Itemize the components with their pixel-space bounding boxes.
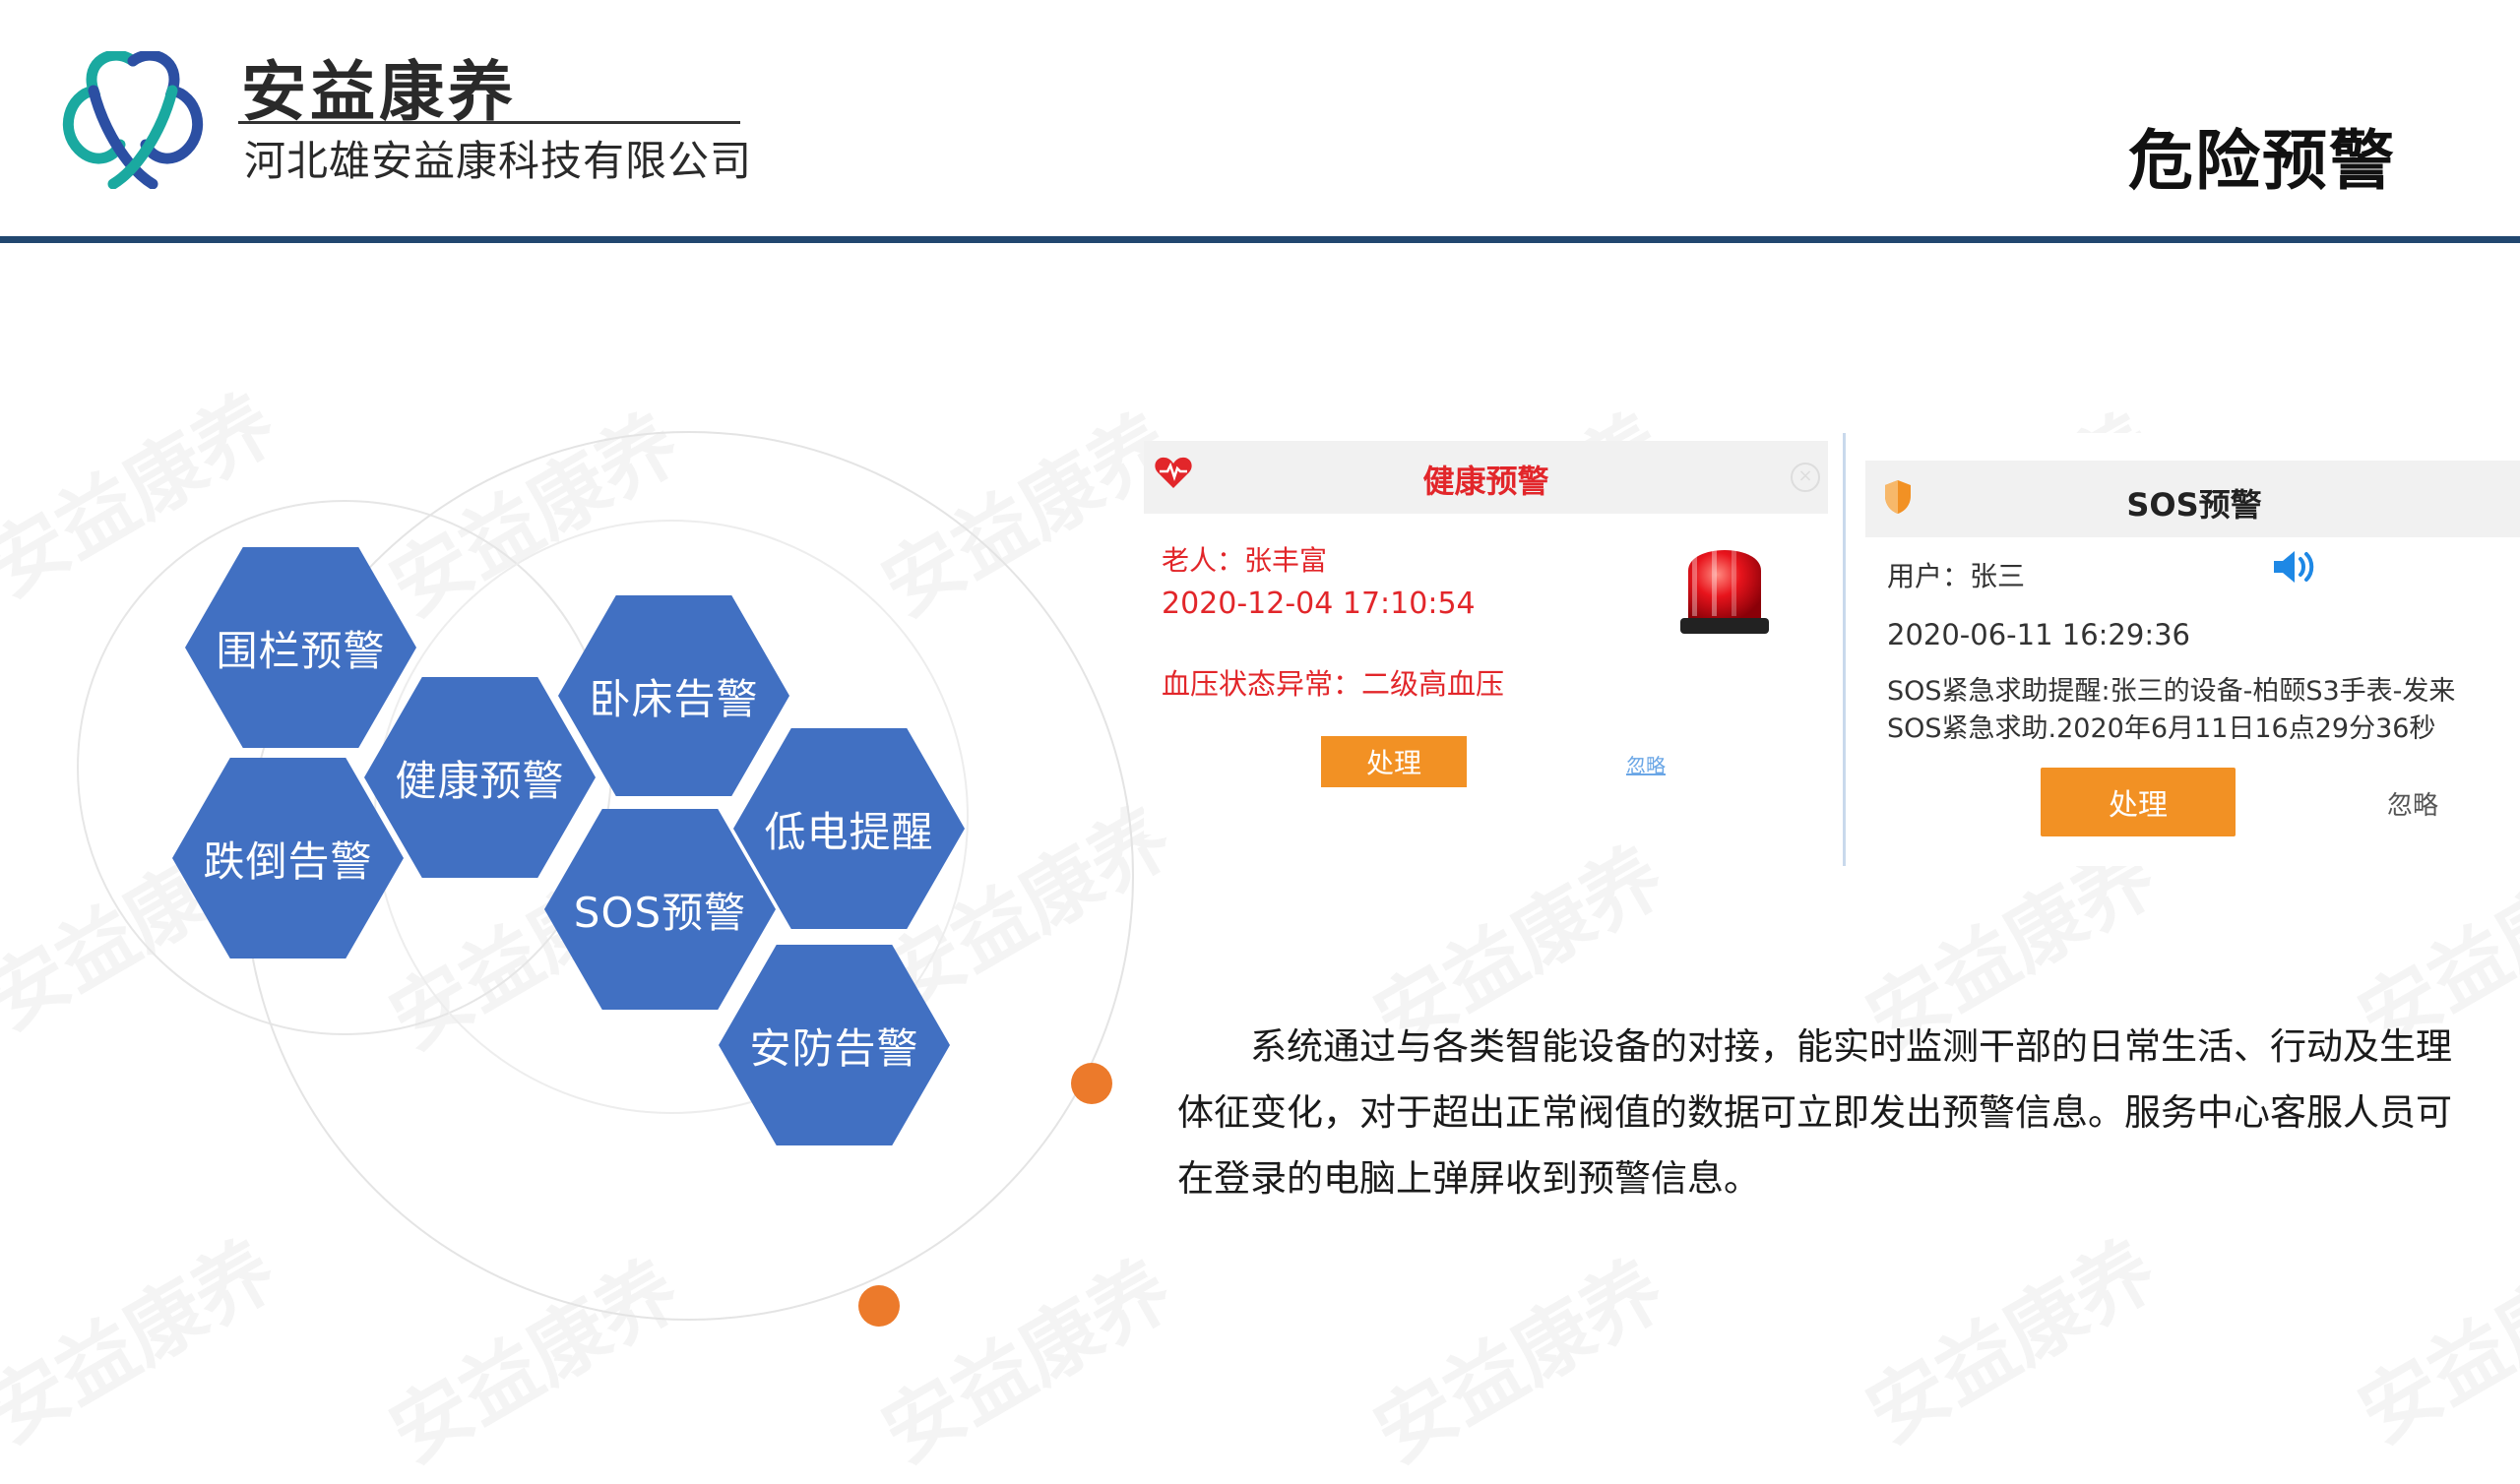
popup-header: 健康预警 × xyxy=(1144,441,1828,514)
user-name: 用户：张三 xyxy=(1887,560,2026,592)
ignore-button[interactable]: 忽略 xyxy=(2387,785,2438,822)
feature-label: 安防告警 xyxy=(749,1023,919,1073)
popup-title: 健康预警 xyxy=(1422,463,1549,500)
decor-dot xyxy=(1071,1063,1112,1104)
description-text: 系统通过与各类智能设备的对接，能实时监测干部的日常生活、行动及生理体征变化，对于… xyxy=(1177,1025,2452,1200)
feature-label: 低电提醒 xyxy=(764,807,934,856)
alert-status: 血压状态异常：二级高血压 xyxy=(1162,667,1505,701)
brand-name: 安益康养 xyxy=(241,53,517,130)
handle-button[interactable]: 处理 xyxy=(1321,736,1467,787)
feature-label: SOS预警 xyxy=(573,888,747,937)
feature-label: 卧床告警 xyxy=(589,674,759,723)
watermark: 安益康养 xyxy=(867,1243,1187,1480)
siren-icon xyxy=(1680,549,1769,634)
ignore-link[interactable]: 忽略 xyxy=(1626,750,1666,778)
alert-time: 2020-12-04 17:10:54 xyxy=(1162,587,1476,621)
header-divider xyxy=(0,236,2520,243)
page-title: 危险预警 xyxy=(2128,123,2396,199)
popup-title: SOS预警 xyxy=(2126,486,2262,524)
close-icon[interactable]: × xyxy=(1791,463,1820,492)
health-alert-popup: 健康预警 × 老人：张丰富 2020-12-04 17:10:54 血压状态异常… xyxy=(1144,441,1828,835)
alert-time: 2020-06-11 16:29:36 xyxy=(1887,618,2190,651)
header: 安益康养 河北雄安益康科技有限公司 危险预警 xyxy=(0,0,2520,243)
watermark: 安益康养 xyxy=(2344,1223,2520,1460)
feature-label: 跌倒告警 xyxy=(203,836,373,886)
sos-alert-popup: SOS预警 用户：张三 2020-06-11 16:29:36 SOS紧急求助提… xyxy=(1843,433,2520,866)
watermark: 安益康养 xyxy=(1852,1223,2172,1460)
elder-name: 老人：张丰富 xyxy=(1162,544,1328,577)
speaker-icon[interactable] xyxy=(2271,547,2316,587)
company-name: 河北雄安益康科技有限公司 xyxy=(244,137,753,185)
brand-divider xyxy=(238,121,740,124)
handle-button[interactable]: 处理 xyxy=(2041,768,2236,836)
company-logo-icon xyxy=(62,51,204,189)
watermark: 安益康养 xyxy=(1359,1243,1679,1480)
feature-label: 围栏预警 xyxy=(216,626,386,675)
watermark: 安益康养 xyxy=(0,1223,291,1460)
feature-label: 健康预警 xyxy=(395,756,565,805)
popup-header: SOS预警 xyxy=(1865,461,2520,537)
decor-dot xyxy=(858,1285,900,1327)
alert-message: SOS紧急求助提醒:张三的设备-柏颐S3手表-发来SOS紧急求助.2020年6月… xyxy=(1887,676,2456,744)
